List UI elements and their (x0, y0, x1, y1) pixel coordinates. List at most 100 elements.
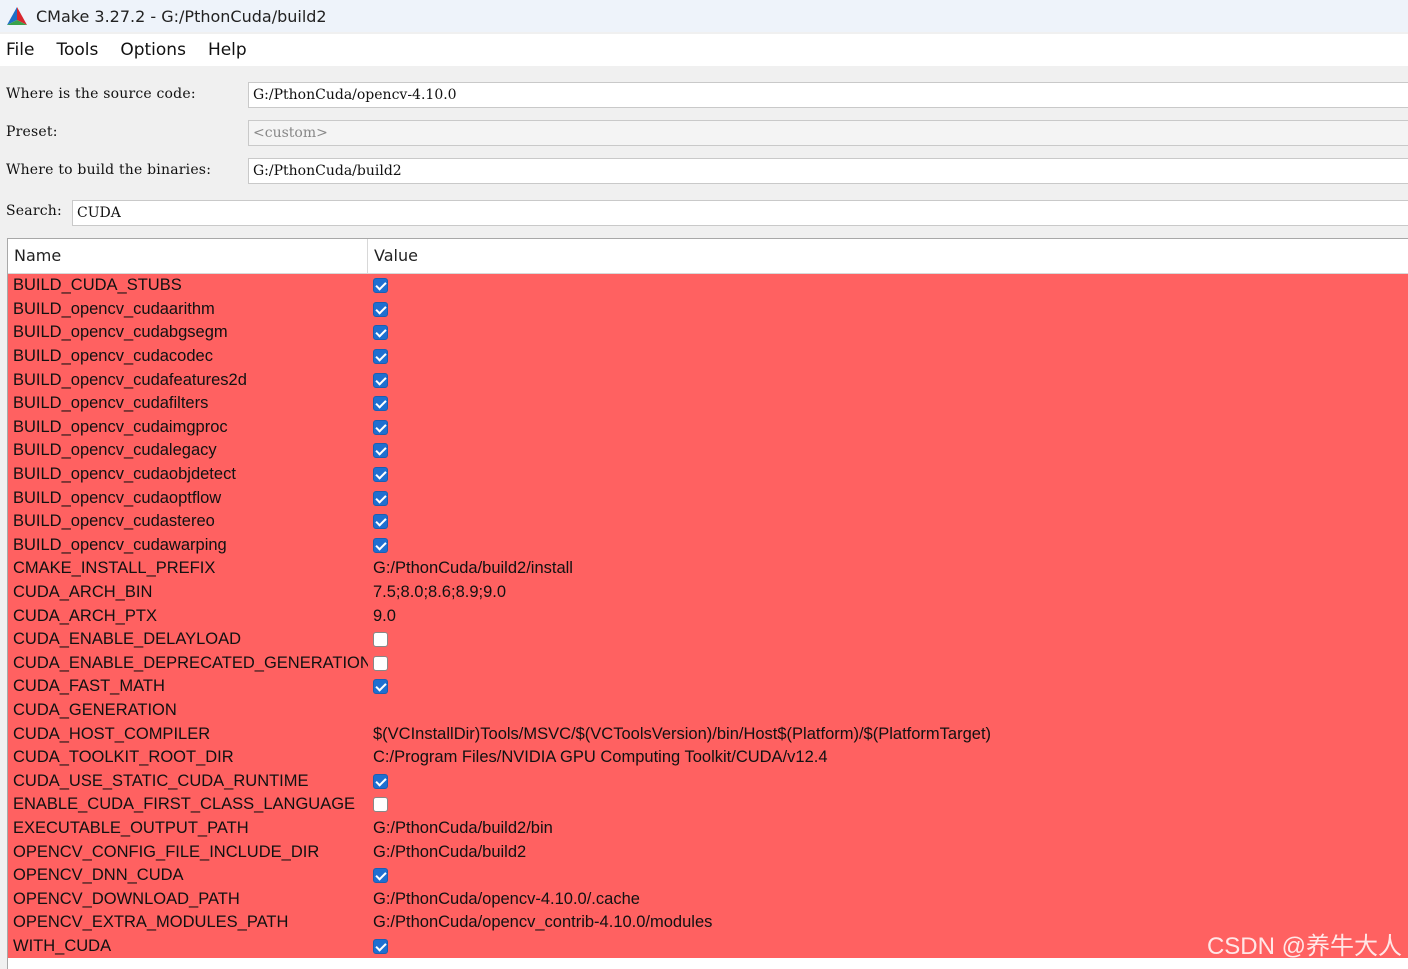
table-row[interactable]: CUDA_ARCH_BIN 7.5;8.0;8.6;8.9;9.0 (8, 581, 1408, 605)
table-row[interactable]: CUDA_GENERATION (8, 699, 1408, 723)
table-row[interactable]: OPENCV_CONFIG_FILE_INCLUDE_DIR G:/PthonCu… (8, 840, 1408, 864)
table-row[interactable]: OPENCV_DOWNLOAD_PATH G:/PthonCuda/opencv-… (8, 887, 1408, 911)
menu-options[interactable]: Options (114, 40, 192, 60)
variable-name: OPENCV_EXTRA_MODULES_PATH (13, 913, 289, 932)
table-row[interactable]: BUILD_opencv_cudafilters (8, 392, 1408, 416)
variable-name: BUILD_opencv_cudalegacy (13, 441, 217, 460)
title-bar: CMake 3.27.2 - G:/PthonCuda/build2 (0, 0, 1408, 32)
variable-value (368, 325, 1408, 341)
variable-value[interactable]: G:/PthonCuda/build2/install (368, 559, 1408, 578)
table-row[interactable]: BUILD_opencv_cudawarping (8, 534, 1408, 558)
watermark: CSDN @养牛大人 (1206, 933, 1402, 960)
checked-checkbox[interactable] (373, 301, 388, 317)
table-row[interactable]: BUILD_opencv_cudastereo (8, 510, 1408, 534)
menu-help[interactable]: Help (202, 40, 253, 60)
table-row[interactable]: BUILD_opencv_cudaimgproc (8, 416, 1408, 440)
checked-checkbox[interactable] (373, 938, 388, 954)
variable-value (368, 396, 1408, 412)
cache-variables-table: Name Value BUILD_CUDA_STUBS BUILD_opencv_… (7, 238, 1408, 969)
variable-value[interactable]: C:/Program Files/NVIDIA GPU Computing To… (368, 748, 1408, 767)
table-row[interactable]: CUDA_ENABLE_DEPRECATED_GENERATION (8, 652, 1408, 676)
table-row[interactable]: CUDA_ARCH_PTX 9.0 (8, 604, 1408, 628)
variable-name: CUDA_ENABLE_DEPRECATED_GENERATION (13, 653, 368, 672)
variable-value[interactable]: G:/PthonCuda/build2 (368, 843, 1408, 862)
unchecked-checkbox[interactable] (373, 632, 388, 648)
checked-checkbox[interactable] (373, 868, 388, 884)
table-row[interactable]: BUILD_opencv_cudaobjdetect (8, 463, 1408, 487)
menu-tools[interactable]: Tools (50, 40, 104, 60)
checked-checkbox[interactable] (373, 278, 388, 294)
variable-name: BUILD_opencv_cudafeatures2d (13, 370, 247, 389)
build-path-input[interactable]: G:/PthonCuda/build2 (248, 158, 1408, 184)
variable-value (368, 443, 1408, 459)
source-path-input[interactable]: G:/PthonCuda/opencv-4.10.0 (248, 82, 1408, 108)
table-row[interactable]: BUILD_opencv_cudabgsegm (8, 321, 1408, 345)
variable-name: BUILD_opencv_cudawarping (13, 535, 227, 554)
variable-name: CUDA_HOST_COMPILER (13, 724, 211, 743)
variable-name: CMAKE_INSTALL_PREFIX (13, 559, 216, 578)
checked-checkbox[interactable] (373, 514, 388, 530)
table-row[interactable]: BUILD_opencv_cudacodec (8, 345, 1408, 369)
variable-name: BUILD_opencv_cudastereo (13, 512, 215, 531)
column-header-value[interactable]: Value (368, 239, 1408, 273)
checked-checkbox[interactable] (373, 396, 388, 412)
variable-value[interactable]: 7.5;8.0;8.6;8.9;9.0 (368, 583, 1408, 602)
table-row[interactable]: BUILD_opencv_cudaarithm (8, 298, 1408, 322)
variable-value (368, 301, 1408, 317)
checked-checkbox[interactable] (373, 679, 388, 695)
table-row[interactable]: CUDA_FAST_MATH (8, 675, 1408, 699)
variable-name: BUILD_opencv_cudaimgproc (13, 417, 228, 436)
unchecked-checkbox[interactable] (373, 797, 388, 813)
table-row[interactable]: BUILD_opencv_cudaoptflow (8, 486, 1408, 510)
variable-value (368, 349, 1408, 365)
variable-value (368, 537, 1408, 553)
table-row[interactable]: EXECUTABLE_OUTPUT_PATH G:/PthonCuda/build… (8, 817, 1408, 841)
unchecked-checkbox[interactable] (373, 655, 388, 671)
variable-name: BUILD_opencv_cudaobjdetect (13, 465, 236, 484)
variable-value[interactable]: 9.0 (368, 607, 1408, 626)
variable-value (368, 372, 1408, 388)
table-row[interactable]: BUILD_opencv_cudalegacy (8, 439, 1408, 463)
table-row[interactable]: OPENCV_EXTRA_MODULES_PATH G:/PthonCuda/op… (8, 911, 1408, 935)
checked-checkbox[interactable] (373, 372, 388, 388)
variable-value (368, 773, 1408, 789)
preset-select[interactable]: <custom> (248, 120, 1408, 146)
variable-name: BUILD_opencv_cudacodec (13, 347, 213, 366)
variable-value (368, 419, 1408, 435)
checked-checkbox[interactable] (373, 419, 388, 435)
menu-file[interactable]: File (0, 40, 40, 60)
table-body: BUILD_CUDA_STUBS BUILD_opencv_cudaarithm B… (8, 274, 1408, 959)
table-row[interactable]: BUILD_opencv_cudafeatures2d (8, 368, 1408, 392)
variable-value[interactable]: G:/PthonCuda/build2/bin (368, 819, 1408, 838)
table-row[interactable]: CMAKE_INSTALL_PREFIX G:/PthonCuda/build2/… (8, 557, 1408, 581)
variable-name: OPENCV_CONFIG_FILE_INCLUDE_DIR (13, 842, 320, 861)
checked-checkbox[interactable] (373, 773, 388, 789)
table-row[interactable]: ENABLE_CUDA_FIRST_CLASS_LANGUAGE (8, 793, 1408, 817)
source-label: Where is the source code: (6, 86, 196, 102)
variable-name: ENABLE_CUDA_FIRST_CLASS_LANGUAGE (13, 795, 356, 814)
search-input[interactable]: CUDA (72, 200, 1408, 226)
variable-value[interactable]: $(VCInstallDir)Tools/MSVC/$(VCToolsVersi… (368, 725, 1408, 744)
table-row[interactable]: CUDA_HOST_COMPILER $(VCInstallDir)Tools/M… (8, 722, 1408, 746)
table-row[interactable]: CUDA_ENABLE_DELAYLOAD (8, 628, 1408, 652)
table-row[interactable]: CUDA_TOOLKIT_ROOT_DIR C:/Program Files/NV… (8, 746, 1408, 770)
variable-name: CUDA_FAST_MATH (13, 677, 165, 696)
column-header-name[interactable]: Name (8, 239, 368, 273)
table-row[interactable]: OPENCV_DNN_CUDA (8, 864, 1408, 888)
checked-checkbox[interactable] (373, 443, 388, 459)
table-row[interactable]: WITH_CUDA (8, 935, 1408, 959)
variable-name: CUDA_ENABLE_DELAYLOAD (13, 630, 242, 649)
checked-checkbox[interactable] (373, 467, 388, 483)
variable-name: BUILD_opencv_cudafilters (13, 394, 209, 413)
variable-value (368, 278, 1408, 294)
variable-value[interactable]: G:/PthonCuda/opencv-4.10.0/.cache (368, 890, 1408, 909)
checked-checkbox[interactable] (373, 490, 388, 506)
variable-name: BUILD_CUDA_STUBS (13, 276, 182, 295)
table-row[interactable]: CUDA_USE_STATIC_CUDA_RUNTIME (8, 769, 1408, 793)
variable-value (368, 679, 1408, 695)
checked-checkbox[interactable] (373, 537, 388, 553)
table-row[interactable]: BUILD_CUDA_STUBS (8, 274, 1408, 298)
cmake-logo-icon (6, 6, 28, 26)
checked-checkbox[interactable] (373, 325, 388, 341)
checked-checkbox[interactable] (373, 349, 388, 365)
